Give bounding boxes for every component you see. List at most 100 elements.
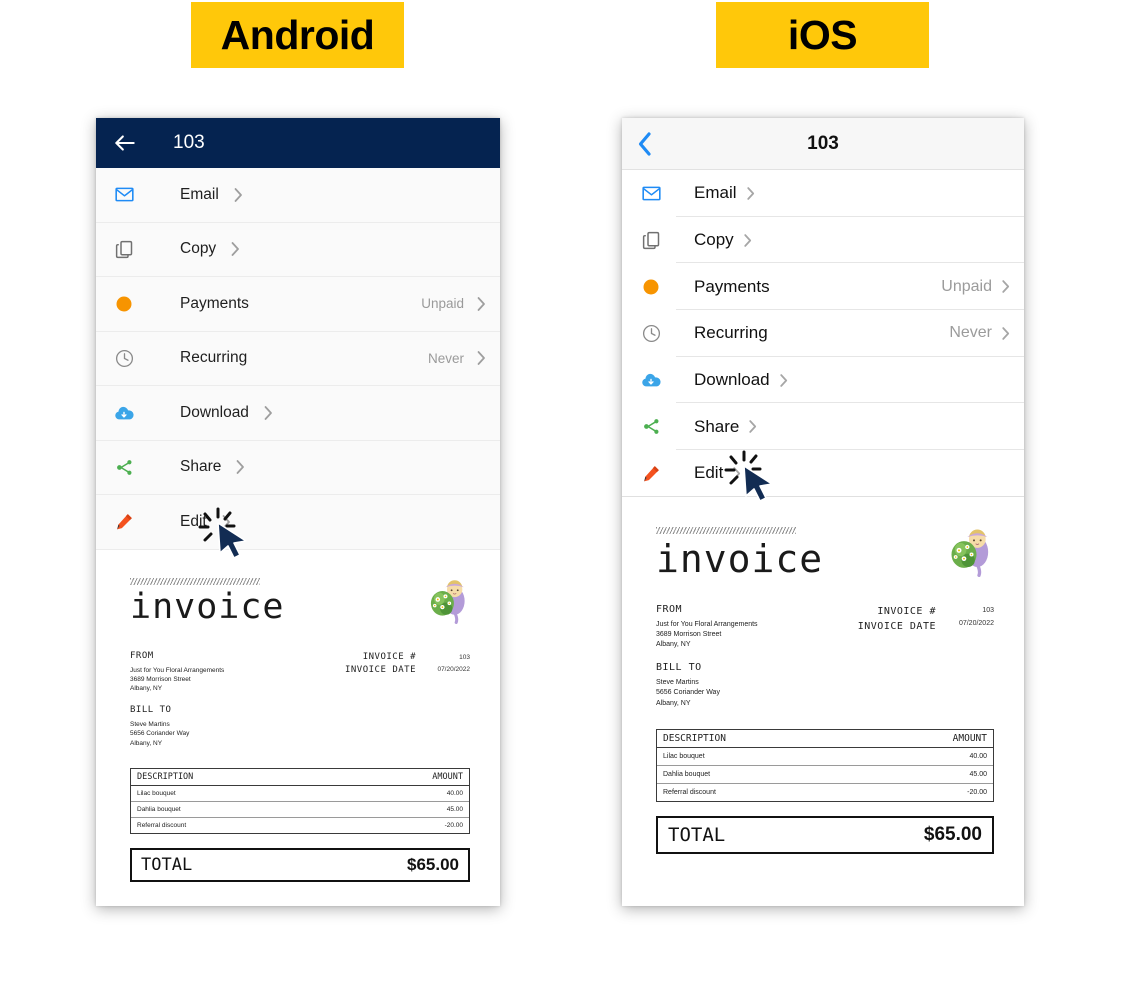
invoice-total-label: TOTAL bbox=[668, 823, 726, 846]
android-row-share-label: Share bbox=[180, 458, 222, 476]
platform-badge-android: Android bbox=[191, 2, 404, 68]
android-phone-panel: 103 Email Copy Payments Unpaid Recurring… bbox=[96, 118, 500, 906]
florist-girl-bouquet-illustration bbox=[424, 578, 470, 629]
ios-page-title: 103 bbox=[807, 132, 839, 154]
invoice-col-description: DESCRIPTION bbox=[137, 772, 194, 783]
ios-invoice-preview: invoice FROM Just for You Floral Arrange… bbox=[622, 496, 1024, 854]
chevron-right-icon bbox=[746, 186, 755, 201]
chevron-right-icon bbox=[263, 405, 273, 421]
invoice-billto-label: BILL TO bbox=[130, 704, 172, 715]
ios-row-edit-label: Edit bbox=[694, 463, 724, 483]
platform-badge-android-label: Android bbox=[220, 11, 375, 58]
ios-action-list: Email Copy Payments Unpaid Recurring Nev… bbox=[622, 170, 1024, 497]
android-row-download-label: Download bbox=[180, 403, 249, 421]
ios-row-payments-label: Payments bbox=[694, 276, 770, 296]
share-icon bbox=[640, 416, 662, 438]
invoice-hatch-decoration bbox=[656, 526, 796, 534]
ios-row-share-label: Share bbox=[694, 416, 740, 436]
chevron-right-icon bbox=[732, 466, 741, 481]
share-icon bbox=[112, 455, 136, 479]
android-row-payments[interactable]: Payments Unpaid bbox=[96, 277, 500, 332]
pencil-icon bbox=[640, 462, 662, 484]
chevron-right-icon bbox=[230, 241, 240, 257]
table-row: Lilac bouquet 40.00 bbox=[131, 786, 469, 803]
invoice-total-row: TOTAL $65.00 bbox=[130, 848, 470, 883]
invoice-meta-values: 103 07/20/2022 bbox=[437, 653, 470, 673]
ios-row-recurring[interactable]: Recurring Never bbox=[622, 310, 1024, 357]
chevron-right-icon bbox=[1001, 279, 1010, 294]
android-row-share[interactable]: Share bbox=[96, 440, 500, 495]
android-row-download[interactable]: Download bbox=[96, 386, 500, 441]
table-row: Referral discount -20.00 bbox=[137, 822, 463, 830]
platform-badge-ios-label: iOS bbox=[787, 11, 858, 58]
clock-icon bbox=[640, 322, 662, 344]
android-page-title: 103 bbox=[173, 132, 205, 153]
chevron-right-icon bbox=[221, 514, 231, 530]
copy-icon bbox=[640, 229, 662, 251]
clock-icon bbox=[112, 346, 136, 370]
invoice-meta-labels: INVOICE # INVOICE DATE bbox=[857, 605, 936, 633]
invoice-col-amount: AMOUNT bbox=[432, 772, 463, 783]
copy-icon bbox=[112, 237, 136, 261]
android-row-recurring-value: Never bbox=[427, 350, 464, 366]
invoice-col-description: DESCRIPTION bbox=[663, 732, 726, 744]
android-row-email[interactable]: Email bbox=[96, 168, 500, 223]
android-row-copy[interactable]: Copy bbox=[96, 222, 500, 277]
ios-row-payments[interactable]: Payments Unpaid bbox=[622, 263, 1024, 311]
android-invoice-preview: invoice FROM Just for You Floral Arrange… bbox=[96, 549, 500, 883]
invoice-total-value: $65.00 bbox=[923, 823, 982, 845]
ios-phone-panel: 103 Email Copy Payments Unpaid Recurring… bbox=[622, 118, 1024, 906]
cloud-download-icon bbox=[640, 369, 662, 391]
invoice-billto-label: BILL TO bbox=[656, 662, 702, 674]
invoice-from-address: Just for You Floral Arrangements 3689 Mo… bbox=[130, 666, 225, 693]
chevron-right-icon bbox=[779, 373, 788, 388]
chevron-right-icon bbox=[1001, 326, 1010, 341]
android-row-edit[interactable]: Edit bbox=[96, 495, 500, 550]
circle-icon bbox=[640, 276, 662, 298]
table-row: Dahlia bouquet 45.00 bbox=[657, 766, 993, 784]
invoice-billto-address: Steve Martins 5656 Coriander Way Albany,… bbox=[130, 720, 190, 747]
android-row-recurring-label: Recurring bbox=[180, 349, 248, 367]
invoice-col-amount: AMOUNT bbox=[952, 732, 987, 744]
invoice-meta-labels: INVOICE # INVOICE DATE bbox=[344, 651, 416, 676]
android-row-payments-label: Payments bbox=[180, 294, 249, 312]
chevron-right-icon bbox=[476, 296, 486, 312]
chevron-left-icon[interactable] bbox=[637, 131, 653, 157]
invoice-hatch-decoration bbox=[130, 577, 260, 585]
ios-row-email-label: Email bbox=[694, 183, 737, 203]
chevron-right-icon bbox=[233, 187, 243, 203]
android-row-copy-label: Copy bbox=[180, 240, 217, 258]
florist-girl-bouquet-illustration bbox=[944, 527, 994, 582]
envelope-icon bbox=[112, 183, 136, 207]
comparison-stage: Android iOS 103 Email Copy Payments Unpa… bbox=[0, 0, 1122, 1000]
invoice-line-items-table: DESCRIPTION AMOUNT Lilac bouquet 40.00 D… bbox=[130, 768, 470, 835]
table-row: Referral discount -20.00 bbox=[663, 788, 987, 796]
table-row: Lilac bouquet 40.00 bbox=[657, 748, 993, 766]
invoice-from-label: FROM bbox=[656, 603, 683, 615]
ios-row-email[interactable]: Email bbox=[622, 170, 1024, 217]
pencil-icon bbox=[112, 510, 136, 534]
ios-row-copy[interactable]: Copy bbox=[622, 216, 1024, 264]
invoice-table-header: DESCRIPTION AMOUNT bbox=[657, 730, 993, 748]
ios-row-copy-label: Copy bbox=[694, 230, 734, 250]
chevron-right-icon bbox=[743, 233, 752, 248]
chevron-right-icon bbox=[476, 350, 486, 366]
invoice-from-address: Just for You Floral Arrangements 3689 Mo… bbox=[656, 620, 758, 649]
chevron-right-icon bbox=[235, 459, 245, 475]
android-app-bar: 103 bbox=[96, 118, 500, 168]
chevron-right-icon bbox=[748, 419, 757, 434]
ios-row-edit[interactable]: Edit bbox=[622, 450, 1024, 497]
invoice-wordmark: invoice bbox=[656, 536, 824, 581]
ios-row-download[interactable]: Download bbox=[622, 356, 1024, 404]
invoice-wordmark: invoice bbox=[130, 586, 285, 627]
invoice-total-label: TOTAL bbox=[141, 855, 193, 876]
invoice-line-items-table: DESCRIPTION AMOUNT Lilac bouquet 40.00 D… bbox=[656, 728, 994, 802]
arrow-left-icon[interactable] bbox=[112, 130, 138, 156]
invoice-meta-values: 103 07/20/2022 bbox=[958, 606, 994, 627]
android-row-recurring[interactable]: Recurring Never bbox=[96, 331, 500, 386]
invoice-from-label: FROM bbox=[130, 650, 154, 661]
platform-badge-ios: iOS bbox=[716, 2, 929, 68]
ios-row-share[interactable]: Share bbox=[622, 403, 1024, 451]
circle-icon bbox=[112, 292, 136, 316]
ios-row-recurring-label: Recurring bbox=[694, 323, 768, 343]
